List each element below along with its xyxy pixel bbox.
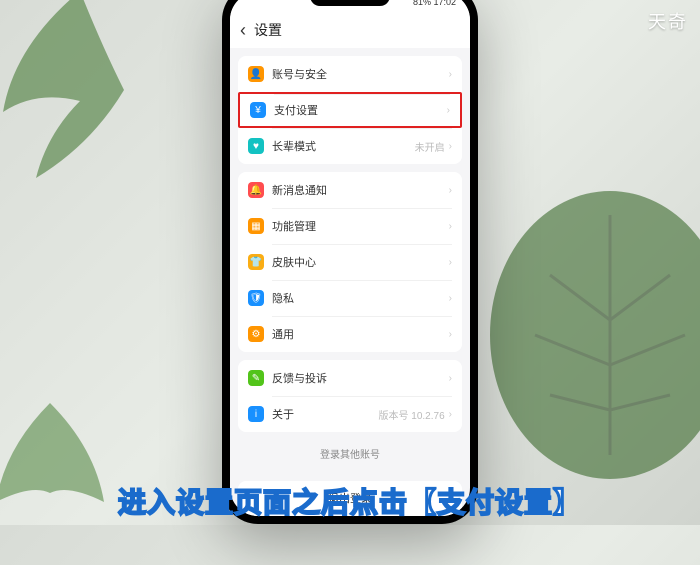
settings-item-privacy[interactable]: 🛡 隐私 › xyxy=(238,280,462,316)
item-label: 账号与安全 xyxy=(272,66,445,82)
skin-center-icon: 👕 xyxy=(248,254,264,270)
settings-item-feedback[interactable]: ✎ 反馈与投诉 › xyxy=(238,360,462,396)
chevron-right-icon: › xyxy=(449,185,452,196)
phone-frame: 81% 17:02 ‹ 设置 👤 账号与安全 › ¥ 支付设置 › ♥ 长辈模式未开启 › 🔔 新消… xyxy=(222,0,478,524)
chevron-right-icon: › xyxy=(449,257,452,268)
item-label: 新消息通知 xyxy=(272,182,445,198)
phone-notch xyxy=(310,0,390,6)
function-mgmt-icon: ▦ xyxy=(248,218,264,234)
chevron-right-icon: › xyxy=(449,141,452,152)
page-header: ‹ 设置 xyxy=(230,12,470,48)
instruction-caption: 进入设置页面之后点击【支付设置】 xyxy=(0,481,700,521)
settings-item-account-security[interactable]: 👤 账号与安全 › xyxy=(238,56,462,92)
chevron-right-icon: › xyxy=(449,373,452,384)
status-right: 81% 17:02 xyxy=(413,0,456,7)
settings-item-payment-settings[interactable]: ¥ 支付设置 › xyxy=(238,92,462,128)
chevron-right-icon: › xyxy=(449,329,452,340)
feedback-icon: ✎ xyxy=(248,370,264,386)
item-value: 版本号 10.2.76 xyxy=(379,407,445,422)
settings-item-function-mgmt[interactable]: ▦ 功能管理 › xyxy=(238,208,462,244)
leaf-decoration xyxy=(0,385,140,565)
notifications-icon: 🔔 xyxy=(248,182,264,198)
item-label: 功能管理 xyxy=(272,218,445,234)
item-label: 通用 xyxy=(272,326,445,342)
chevron-right-icon: › xyxy=(447,105,450,116)
chevron-right-icon: › xyxy=(449,409,452,420)
item-label: 长辈模式 xyxy=(272,138,415,154)
item-value: 未开启 xyxy=(415,139,445,154)
chevron-right-icon: › xyxy=(449,69,452,80)
payment-settings-icon: ¥ xyxy=(250,102,266,118)
general-icon: ⚙ xyxy=(248,326,264,342)
back-icon[interactable]: ‹ xyxy=(240,20,246,41)
settings-item-elder-mode[interactable]: ♥ 长辈模式未开启 › xyxy=(238,128,462,164)
chevron-right-icon: › xyxy=(449,221,452,232)
settings-item-about[interactable]: i 关于版本号 10.2.76 › xyxy=(238,396,462,432)
watermark: 天奇 xyxy=(648,8,688,34)
phone-screen: 81% 17:02 ‹ 设置 👤 账号与安全 › ¥ 支付设置 › ♥ 长辈模式未开启 › 🔔 新消… xyxy=(230,0,470,516)
about-icon: i xyxy=(248,406,264,422)
item-label: 反馈与投诉 xyxy=(272,370,445,386)
item-label: 隐私 xyxy=(272,290,445,306)
account-security-icon: 👤 xyxy=(248,66,264,82)
leaf-decoration xyxy=(460,185,700,485)
item-label: 支付设置 xyxy=(274,102,443,118)
settings-item-general[interactable]: ⚙ 通用 › xyxy=(238,316,462,352)
item-label: 皮肤中心 xyxy=(272,254,445,270)
elder-mode-icon: ♥ xyxy=(248,138,264,154)
privacy-icon: 🛡 xyxy=(248,290,264,306)
login-other-account[interactable]: 登录其他账号 xyxy=(238,432,462,475)
settings-item-skin-center[interactable]: 👕 皮肤中心 › xyxy=(238,244,462,280)
chevron-right-icon: › xyxy=(449,293,452,304)
settings-item-notifications[interactable]: 🔔 新消息通知 › xyxy=(238,172,462,208)
leaf-decoration xyxy=(0,0,190,200)
page-title: 设置 xyxy=(254,20,282,40)
item-label: 关于 xyxy=(272,406,379,422)
